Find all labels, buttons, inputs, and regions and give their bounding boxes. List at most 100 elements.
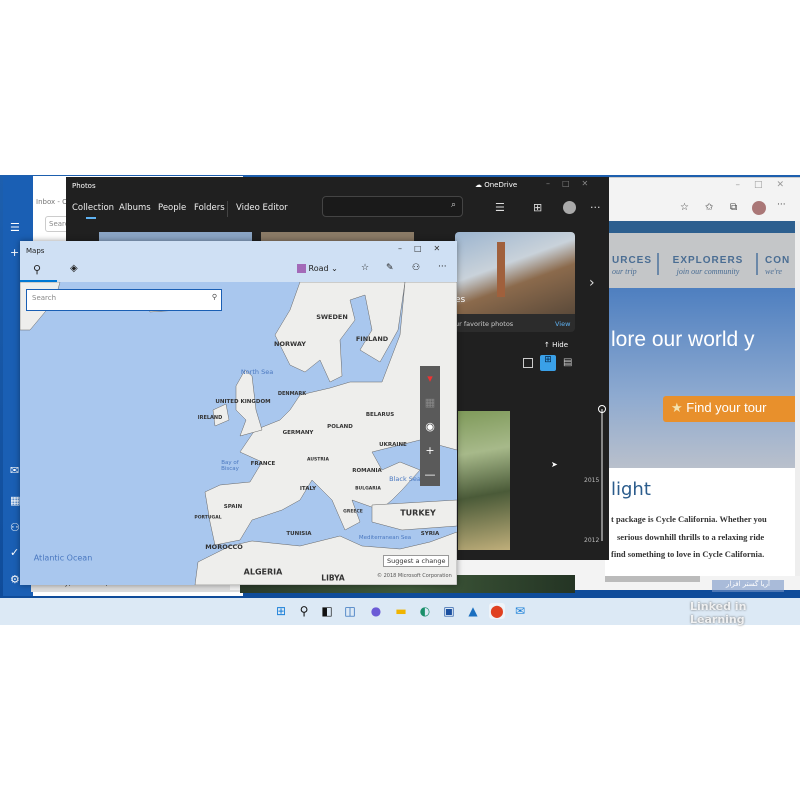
nav-title: EXPLORERS — [672, 255, 744, 266]
photos-search-input[interactable]: ⌕ — [322, 196, 463, 217]
hero: lore our world y ★ Find your tour — [605, 288, 800, 468]
cta-label: Find your tour — [686, 400, 767, 415]
cloud-icon: ☁ — [475, 181, 485, 189]
country-label: ITALY — [299, 486, 317, 492]
search-icon[interactable]: ⚲ — [296, 603, 312, 619]
nav-contact[interactable]: CON we're — [765, 255, 790, 277]
favorites-icon[interactable]: ✩ — [705, 202, 713, 213]
onedrive-label: OneDrive — [484, 181, 518, 189]
vertical-scrollbar[interactable] — [795, 221, 800, 576]
more-icon[interactable]: ··· — [590, 201, 601, 214]
profile-avatar[interactable] — [752, 201, 766, 215]
zoom-out-icon[interactable]: — — [420, 462, 440, 486]
feature-card[interactable]: es ur favorite photos View — [455, 232, 575, 332]
photo-thumbnail[interactable] — [458, 411, 510, 550]
settings-icon[interactable]: ⚙ — [10, 573, 20, 586]
mail-icon[interactable]: ✉ — [512, 603, 528, 619]
collections-icon[interactable]: ⧉ — [730, 202, 737, 213]
view-grid-button[interactable]: ⊞ — [540, 355, 556, 371]
maps-icon[interactable]: ⬤ — [489, 603, 505, 619]
file-explorer-icon[interactable]: ▬ — [393, 603, 409, 619]
timeline-handle[interactable] — [598, 405, 606, 413]
water-label: Mediterranean Sea — [358, 535, 412, 541]
compass-icon[interactable]: ▾ — [420, 366, 440, 390]
nav-sub: we're — [765, 267, 782, 276]
country-label: PORTUGAL — [194, 515, 222, 521]
zoom-in-icon[interactable]: + — [420, 438, 440, 462]
account-icon[interactable]: ⚇ — [412, 263, 420, 273]
country-label: FRANCE — [250, 461, 276, 467]
active-tab-indicator — [86, 217, 96, 219]
favorites-icon[interactable]: ☆ — [361, 263, 369, 273]
photos-icon[interactable]: ▲ — [465, 603, 481, 619]
tilt-icon[interactable]: ▦ — [420, 390, 440, 414]
account-icon[interactable] — [563, 201, 576, 214]
country-label: GREECE — [343, 509, 363, 515]
country-label: ROMANIA — [352, 468, 382, 474]
maps-title: Maps — [26, 247, 45, 255]
tab-albums[interactable]: Albums — [119, 203, 151, 213]
section-heading: light — [611, 479, 651, 500]
store-icon[interactable]: ▣ — [441, 603, 457, 619]
find-tour-button[interactable]: ★ Find your tour — [663, 396, 800, 422]
water-label: Black Sea — [389, 475, 421, 483]
country-label: SWEDEN — [316, 313, 348, 321]
chevron-right-icon[interactable]: › — [589, 275, 595, 291]
horizontal-scrollbar[interactable] — [605, 576, 700, 582]
card-view-link[interactable]: View — [555, 320, 570, 328]
people-icon[interactable]: ⚇ — [10, 521, 20, 534]
paragraph-line: find something to love in Cycle Californ… — [611, 549, 765, 559]
nav-title: CON — [765, 255, 791, 266]
task-view-icon[interactable]: ◧ — [319, 603, 335, 619]
hide-button[interactable]: ↑ Hide — [544, 341, 568, 349]
new-mail-icon[interactable]: + — [10, 246, 19, 259]
favorite-add-icon[interactable]: ☆ — [680, 202, 689, 213]
select-icon[interactable]: ☰ — [495, 201, 505, 214]
calendar-icon[interactable]: ▦ — [10, 494, 20, 507]
map-style-dropdown[interactable]: Road ⌄ — [297, 264, 338, 273]
timeline-year[interactable]: 2015 — [584, 477, 599, 484]
linkedin-learning-watermark: Linked in Learning — [690, 600, 747, 626]
section-paragraph: t package is Cycle California. Whether y… — [611, 511, 767, 564]
start-icon[interactable]: ⊞ — [273, 603, 289, 619]
hero-text: lore our world y — [611, 328, 755, 351]
timeline-scrubber[interactable] — [601, 409, 603, 541]
nav-resources[interactable]: URCES our trip — [612, 255, 652, 277]
import-icon[interactable]: ⊞ — [533, 201, 542, 214]
view-large-button[interactable] — [523, 358, 533, 368]
tab-collection[interactable]: Collection — [72, 203, 114, 213]
suggest-change-button[interactable]: Suggest a change — [383, 555, 450, 567]
map-search-input[interactable]: Search ⚲ — [26, 289, 222, 311]
mail-icon[interactable]: ✉ — [10, 464, 19, 477]
country-label: UKRAINE — [379, 442, 407, 448]
menu-icon[interactable]: ☰ — [10, 221, 20, 234]
window-controls[interactable]: –□✕ — [546, 179, 600, 188]
search-tab-icon[interactable]: ⚲ — [33, 263, 41, 276]
search-icon: ⌕ — [450, 200, 456, 210]
country-label: SYRIA — [420, 531, 440, 537]
chat-icon[interactable]: ● — [368, 603, 384, 619]
window-controls[interactable]: –□✕ — [398, 244, 452, 253]
more-icon[interactable]: ··· — [777, 200, 786, 210]
tab-video-editor[interactable]: Video Editor — [236, 203, 288, 213]
todo-icon[interactable]: ✓ — [10, 546, 19, 559]
country-label: UNITED KINGDOM — [215, 399, 271, 405]
my-location-icon[interactable]: ◉ — [420, 414, 440, 438]
directions-icon[interactable]: ◈ — [70, 263, 78, 274]
map-canvas[interactable]: SWEDEN NORWAY FINLAND DENMARK UNITED KIN… — [20, 282, 457, 585]
search-placeholder: Search — [32, 294, 57, 302]
ink-icon[interactable]: ✎ — [386, 263, 394, 273]
hide-label: Hide — [552, 341, 569, 349]
country-label: LIBYA — [321, 573, 345, 583]
window-controls[interactable]: –□✕ — [735, 180, 798, 190]
tab-folders[interactable]: Folders — [194, 203, 225, 213]
edge-icon[interactable]: ◐ — [417, 603, 433, 619]
chevron-down-icon: ⌄ — [331, 264, 338, 273]
widgets-icon[interactable]: ◫ — [342, 603, 358, 619]
tab-people[interactable]: People — [158, 203, 186, 213]
more-icon[interactable]: ··· — [438, 262, 447, 272]
timeline-year[interactable]: 2012 — [584, 537, 599, 544]
view-list-button[interactable]: ▤ — [563, 357, 572, 368]
country-label: SPAIN — [223, 504, 243, 510]
nav-explorers[interactable]: EXPLORERS join our community — [663, 255, 753, 277]
